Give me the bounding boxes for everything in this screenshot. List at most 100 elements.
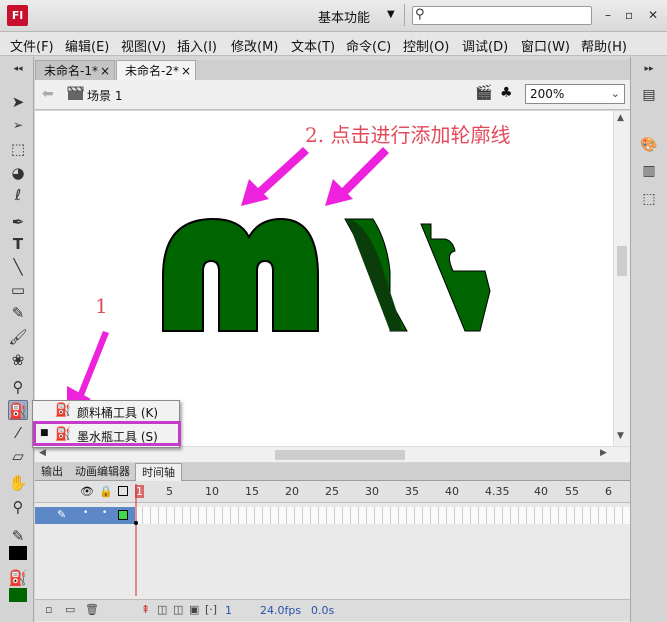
zoom-select[interactable]: 200% ⌄ [525,84,625,104]
visibility-dot-icon[interactable]: • [83,508,88,518]
elapsed-time: 0.0s [311,604,335,617]
paint-bucket-tool-icon[interactable]: ⛽ [8,400,28,420]
center-frame-icon[interactable]: ⇞ [141,603,150,616]
stage-canvas[interactable]: 2. 点击进行添加轮廓线 1 [35,111,613,446]
eraser-tool-icon[interactable]: ▱ [8,446,28,466]
close-icon[interactable]: × [100,61,110,81]
document-tabs: 未命名-1* × 未命名-2* × [35,60,630,80]
tab-timeline[interactable]: 时间轴 [135,463,182,481]
stage-artwork [67,147,491,413]
outline-icon[interactable] [118,486,128,496]
scroll-left-icon[interactable]: ◀ [39,448,46,458]
deco-tool-icon[interactable]: ❀ [8,350,28,370]
3d-rotation-tool-icon[interactable]: ◕ [8,163,28,183]
bone-tool-icon[interactable]: ⚲ [8,377,28,397]
zoom-tool-icon[interactable]: ⚲ [8,497,28,517]
scroll-thumb[interactable] [275,450,405,460]
menu-window[interactable]: 窗口(W) [521,36,570,55]
edit-multiple-frames-icon[interactable]: ▣ [189,603,199,616]
menu-modify[interactable]: 修改(M) [231,36,278,55]
frames-row[interactable] [135,507,630,524]
hand-tool-icon[interactable]: ✋ [8,473,28,493]
menu-edit[interactable]: 编辑(E) [65,36,109,55]
search-input[interactable]: ⚲ [412,6,592,25]
menu-insert[interactable]: 插入(I) [177,36,217,55]
delete-icon[interactable]: 🗑 [85,603,99,616]
edit-scene-icon[interactable]: 🎬 [475,85,492,101]
chevron-down-icon[interactable]: ⌄ [611,85,620,103]
edit-symbols-icon[interactable]: ♣ [500,85,513,101]
frame-number: 40 [534,485,548,498]
panel-collapse-icon[interactable]: ◂◂ [8,59,28,79]
tab-document-1[interactable]: 未命名-1* × [35,60,115,80]
tab-motion-editor[interactable]: 动画编辑器 [69,463,136,481]
playhead[interactable] [133,484,139,596]
fill-color-swatch[interactable] [9,588,27,602]
scroll-down-icon[interactable]: ▼ [617,431,624,441]
pencil-tool-icon[interactable]: ✎ [8,303,28,323]
menu-file[interactable]: 文件(F) [10,36,54,55]
onion-skin-icon[interactable]: ◫ [157,603,167,616]
horizontal-scrollbar[interactable]: ◀ ▶ [35,446,630,462]
modify-markers-icon[interactable]: [·] [205,603,217,616]
clapperboard-icon [67,86,84,100]
properties-icon[interactable]: ▤ [639,85,659,105]
close-icon[interactable]: × [181,61,191,81]
frame-number: 55 [565,485,579,498]
lasso-tool-icon[interactable]: ℓ [8,185,28,205]
maximize-button[interactable]: ▫ [625,8,633,22]
workspace-switcher[interactable]: 基本功能 [318,7,370,26]
close-button[interactable]: ✕ [648,8,658,22]
tab-document-2[interactable]: 未命名-2* × [116,60,196,80]
lock-dot-icon[interactable]: • [102,508,107,518]
search-icon: ⚲ [415,7,425,22]
chevron-down-icon[interactable]: ▼ [387,9,395,20]
frame-number: 30 [365,485,379,498]
text-tool-icon[interactable]: T [8,234,28,254]
selection-tool-icon[interactable]: ➤ [8,92,28,112]
panel-expand-icon[interactable]: ▸▸ [639,59,659,79]
minimize-button[interactable]: – [605,8,611,22]
menu-view[interactable]: 视图(V) [121,36,166,55]
color-icon[interactable]: 🎨 [639,135,659,155]
scene-label[interactable]: 场景 1 [87,87,122,104]
pen-tool-icon[interactable]: ✒ [8,212,28,232]
back-arrow-icon[interactable]: ⬅ [42,86,54,102]
menu-control[interactable]: 控制(O) [403,36,449,55]
new-layer-icon[interactable]: ▫ [45,603,52,616]
layer-row[interactable]: ✎ • • [35,507,135,524]
tools-panel: ◂◂ ➤ ➢ ⬚ ◕ ℓ ✒ T ╲ ▭ ✎ 🖌 ❀ ⚲ ⛽ ⁄ ▱ ✋ ⚲ ✎… [0,57,34,622]
menu-debug[interactable]: 调试(D) [462,36,508,55]
letter-k-fragment [420,223,491,332]
timeline-tabs: 输出 动画编辑器 时间轴 [35,463,630,481]
layer-color-swatch[interactable] [118,510,128,520]
menu-commands[interactable]: 命令(C) [346,36,391,55]
eye-icon[interactable]: 👁 [80,485,94,498]
frame-rate[interactable]: 24.0fps [260,604,301,617]
menu-text[interactable]: 文本(T) [291,36,335,55]
library-icon[interactable]: ▥ [639,161,659,181]
eyedropper-tool-icon[interactable]: ⁄ [8,423,28,443]
line-tool-icon[interactable]: ╲ [8,257,28,277]
scroll-up-icon[interactable]: ▲ [617,113,624,123]
annotation-step-1: 1 [95,294,108,318]
vertical-scrollbar[interactable]: ▲ ▼ [613,111,630,446]
rectangle-tool-icon[interactable]: ▭ [8,280,28,300]
tab-output[interactable]: 输出 [35,463,69,481]
scroll-right-icon[interactable]: ▶ [600,448,607,458]
stroke-color-swatch[interactable] [9,546,27,560]
new-folder-icon[interactable]: ▭ [65,603,75,616]
timeline-footer: ▫ ▭ 🗑 ⇞ ◫ ◫ ▣ [·] 1 24.0fps 0.0s [35,599,630,621]
menu-help[interactable]: 帮助(H) [581,36,627,55]
scroll-thumb[interactable] [617,246,627,276]
menu-item-paint-bucket[interactable]: ⛽ 颜料桶工具 (K) [33,401,179,423]
onion-outlines-icon[interactable]: ◫ [173,603,183,616]
fill-color-icon[interactable]: ⛽ [8,568,28,588]
stroke-color-icon[interactable]: ✎ [8,526,28,546]
brush-tool-icon[interactable]: 🖌 [8,327,28,347]
subselection-tool-icon[interactable]: ➢ [8,115,28,135]
free-transform-tool-icon[interactable]: ⬚ [8,139,28,159]
annotation-highlight-box [33,421,181,446]
lock-icon[interactable]: 🔒 [99,485,113,498]
transform-icon[interactable]: ⬚ [639,189,659,209]
